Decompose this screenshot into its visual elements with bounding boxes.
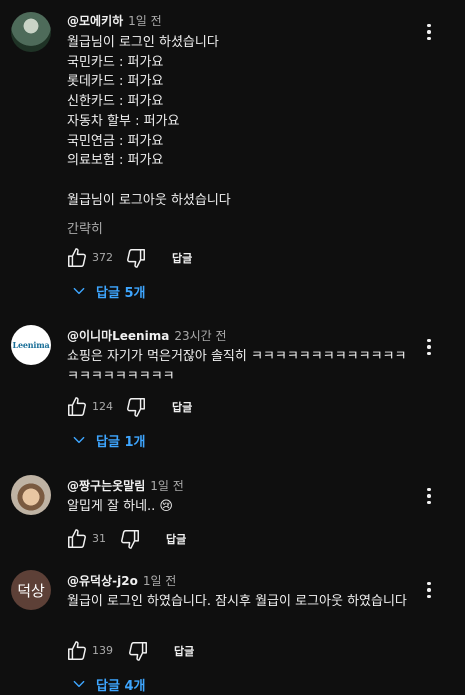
view-replies-button[interactable]: 답글 4개 (72, 673, 145, 695)
comment-actions: 372 답글 (0, 247, 465, 271)
avatar-text: 덕상 (17, 581, 45, 600)
author-name[interactable]: @짱구는옷말림 (67, 479, 145, 493)
more-actions-icon[interactable] (422, 22, 436, 42)
comment-header: @유덕상-j2o 1일 전 (67, 572, 176, 589)
comment-text: 알밉게 잘 하네.. 😢 (67, 499, 173, 514)
avatar[interactable] (11, 475, 51, 515)
comment-text: 월급님이 로그인 하셨습니다 국민카드 : 퍼가요 롯데카드 : 퍼가요 신한카… (67, 35, 231, 208)
comment-actions: 31 답글 (0, 528, 465, 552)
thumb-up-icon[interactable] (66, 528, 88, 550)
avatar-text: Leenima (12, 340, 50, 350)
author-name[interactable]: @모에키하 (67, 14, 123, 28)
like-count: 139 (92, 644, 113, 657)
comment-actions: 139 답글 (0, 640, 465, 664)
author-name[interactable]: @유덕상-j2o (67, 574, 138, 588)
replies-label: 답글 4개 (96, 678, 146, 694)
comment-text: 월급이 로그인 하였습니다. 잠시후 월급이 로그아웃 하였습니다 (67, 594, 407, 609)
comment-item: 덕상 @유덕상-j2o 1일 전 월급이 로그인 하였습니다. 잠시후 월급이 로… (0, 565, 465, 695)
replies-label: 답글 5개 (96, 285, 146, 301)
more-actions-icon[interactable] (422, 486, 436, 506)
comment-item: Leenima @이니마Leenima 23시간 전 쇼핑은 자기가 먹은거잖아 … (0, 320, 465, 460)
thumb-up-icon[interactable] (66, 640, 88, 662)
thumb-down-icon[interactable] (125, 396, 147, 418)
comment-text: 쇼핑은 자기가 먹은거잖아 솔직히 ㅋㅋㅋㅋㅋㅋㅋㅋㅋㅋㅋㅋㅋㅋㅋㅋㅋㅋㅋㅋㅋㅋ (67, 349, 407, 384)
comment-header: @모에키하 1일 전 (67, 12, 162, 29)
avatar[interactable]: Leenima (11, 325, 51, 365)
view-replies-button[interactable]: 답글 5개 (72, 280, 145, 302)
like-count: 124 (92, 400, 113, 413)
avatar[interactable]: 덕상 (11, 570, 51, 610)
like-count: 372 (92, 251, 113, 264)
chevron-down-icon (72, 433, 86, 447)
comment-header: @짱구는옷말림 1일 전 (67, 477, 184, 494)
comment-actions: 124 답글 (0, 396, 465, 420)
chevron-down-icon (72, 677, 86, 691)
thumb-up-icon[interactable] (66, 247, 88, 269)
chevron-down-icon (72, 284, 86, 298)
replies-label: 답글 1개 (96, 434, 146, 450)
reply-button[interactable]: 답글 (172, 250, 192, 266)
more-actions-icon[interactable] (422, 580, 436, 600)
author-name[interactable]: @이니마Leenima (67, 329, 169, 343)
comment-item: @짱구는옷말림 1일 전 알밉게 잘 하네.. 😢 31 답글 (0, 470, 465, 555)
avatar[interactable] (11, 12, 51, 52)
thumb-down-icon[interactable] (119, 528, 141, 550)
reply-button[interactable]: 답글 (172, 399, 192, 415)
comment-time[interactable]: 23시간 전 (174, 329, 226, 343)
comment-time[interactable]: 1일 전 (128, 14, 162, 28)
show-less-link[interactable]: 간략히 (67, 218, 103, 237)
thumb-up-icon[interactable] (66, 396, 88, 418)
thumb-down-icon[interactable] (125, 247, 147, 269)
comment-item: @모에키하 1일 전 월급님이 로그인 하셨습니다 국민카드 : 퍼가요 롯데카드… (0, 0, 465, 302)
reply-button[interactable]: 답글 (174, 643, 194, 659)
thumb-down-icon[interactable] (127, 640, 149, 662)
reply-button[interactable]: 답글 (166, 531, 186, 547)
comment-time[interactable]: 1일 전 (143, 574, 177, 588)
like-count: 31 (92, 532, 106, 545)
more-actions-icon[interactable] (422, 337, 436, 357)
comment-time[interactable]: 1일 전 (150, 479, 184, 493)
comment-header: @이니마Leenima 23시간 전 (67, 327, 227, 344)
view-replies-button[interactable]: 답글 1개 (72, 429, 145, 451)
